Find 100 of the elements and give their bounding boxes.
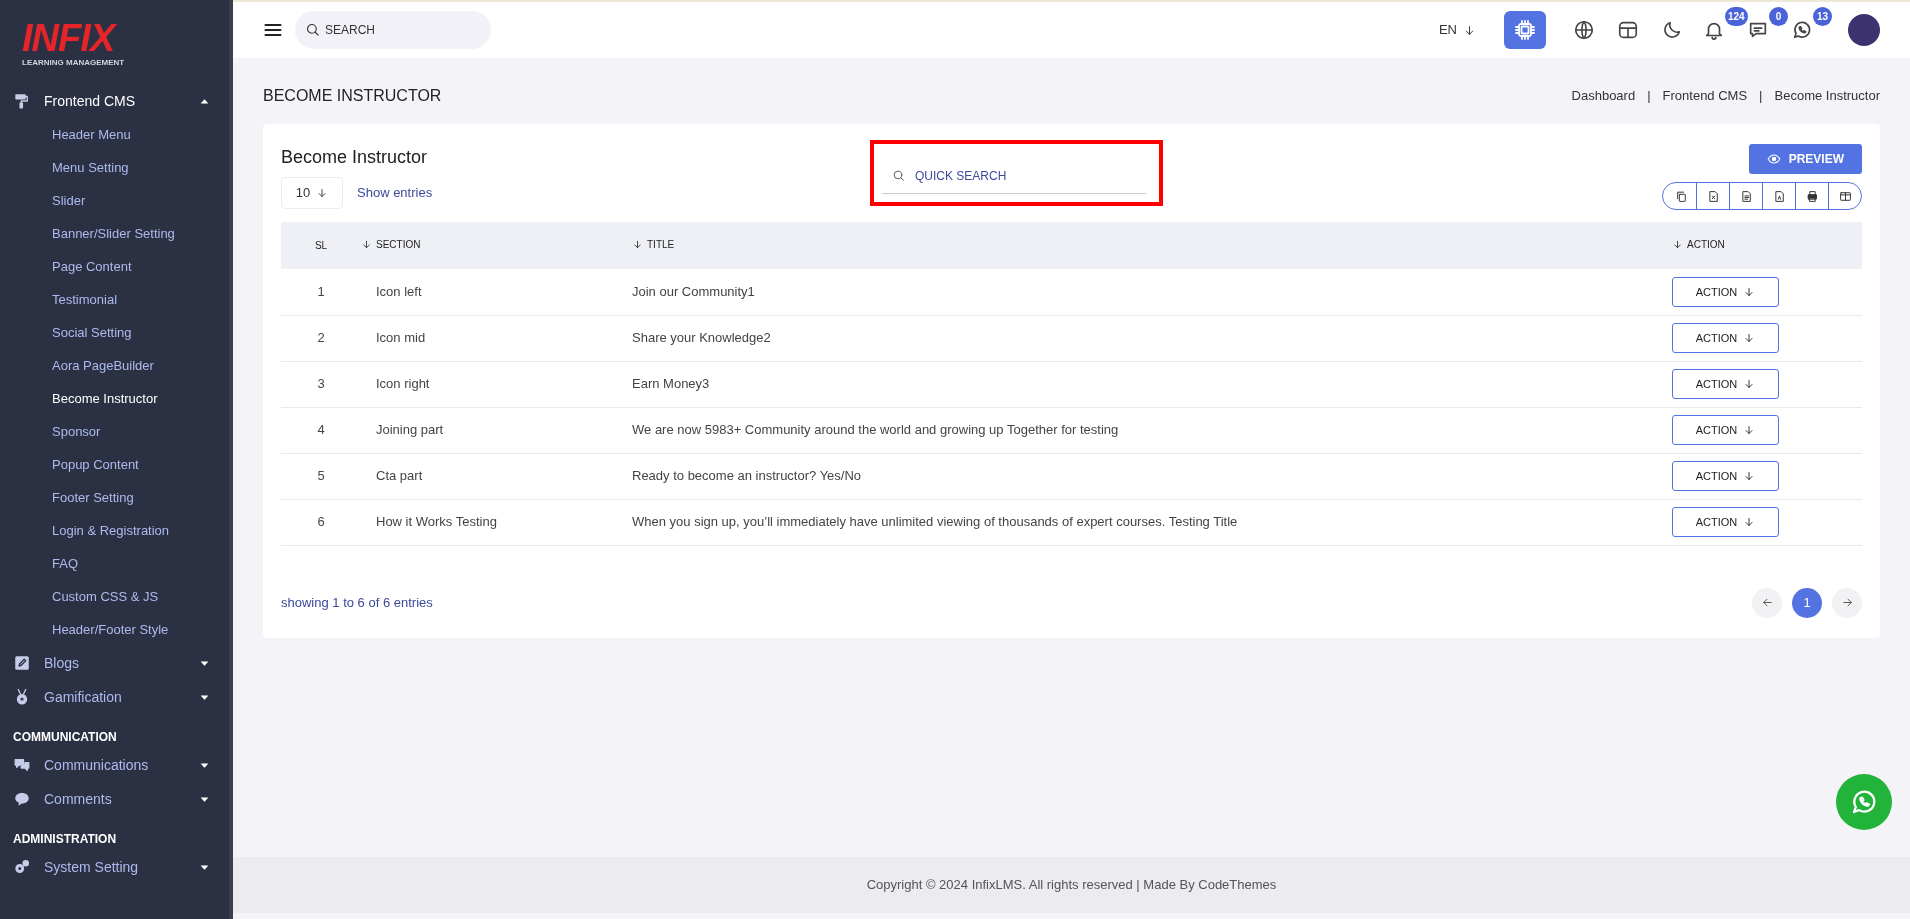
page-size-select[interactable]: 10 <box>281 177 343 209</box>
action-dropdown-button[interactable]: ACTION <box>1672 415 1779 445</box>
column-header[interactable]: TITLE <box>632 222 1672 269</box>
eye-icon <box>1766 152 1781 166</box>
table-cell: Icon left <box>361 269 632 315</box>
sidebar-link[interactable]: Sponsor <box>0 415 229 448</box>
sidebar-menu-item[interactable]: System Setting <box>0 850 229 884</box>
chat-bubbles-icon <box>13 756 31 774</box>
sidebar-menu-item[interactable]: Communications <box>0 748 229 782</box>
action-dropdown-button[interactable]: ACTION <box>1672 369 1779 399</box>
table-cell: 5 <box>281 453 361 499</box>
show-entries-label: Show entries <box>357 184 433 203</box>
copyright-text: Copyright © 2024 InfixLMS. All rights reserved | Made By CodeThemes <box>866 876 1277 895</box>
entries-summary: showing 1 to 6 of 6 entries <box>281 593 433 612</box>
preview-button[interactable]: PREVIEW <box>1748 144 1862 174</box>
whatsapp-button[interactable] <box>1836 774 1892 830</box>
arrow-down-icon <box>316 187 329 199</box>
table-cell: When you sign up, you’ll immediately have unlimited viewing of thousands of expert courses. Testing Title <box>632 499 1672 545</box>
table-cell: 6 <box>281 499 361 545</box>
table-cell: Joining part <box>361 407 632 453</box>
language-selector[interactable]: EN <box>1438 20 1476 40</box>
caret-down-icon <box>200 862 209 872</box>
sidebar-link[interactable]: Testimonial <box>0 283 229 316</box>
table-cell: Join our Community1 <box>632 269 1672 315</box>
table-cell: 3 <box>281 361 361 407</box>
sidebar-menu-item[interactable]: Frontend CMS <box>0 84 229 118</box>
arrow-down-icon <box>1743 332 1756 344</box>
sidebar-menu-item[interactable]: Comments <box>0 782 229 816</box>
ai-button[interactable] <box>1504 11 1546 49</box>
caret-down-icon <box>200 760 209 770</box>
table-cell: Share your Knowledge2 <box>632 315 1672 361</box>
arrow-down-icon <box>1463 23 1476 37</box>
column-header[interactable]: SL <box>281 222 361 269</box>
globe-icon <box>1573 19 1595 41</box>
paint-roller-icon <box>13 92 31 110</box>
sidebar-link[interactable]: Social Setting <box>0 316 229 349</box>
sidebar-menu-item[interactable]: Blogs <box>0 646 229 680</box>
sidebar-link[interactable]: Slider <box>0 184 229 217</box>
columns-icon <box>1838 189 1852 203</box>
count-badge: 13 <box>1813 7 1832 26</box>
table-cell: 4 <box>281 407 361 453</box>
arrow-down-icon <box>1743 516 1756 528</box>
layout-icon <box>1617 19 1639 41</box>
section-heading: ADMINISTRATION <box>12 831 118 848</box>
copy-icon <box>1675 189 1688 203</box>
sidebar-link[interactable]: Popup Content <box>0 448 229 481</box>
action-dropdown-button[interactable]: ACTION <box>1672 276 1779 307</box>
sidebar-link[interactable]: Page Content <box>0 250 229 283</box>
avatar[interactable] <box>1848 14 1880 46</box>
table-cell: How it Works Testing <box>361 499 632 545</box>
table-cell: Cta part <box>361 453 632 499</box>
sidebar-link[interactable]: Banner/Slider Setting <box>0 217 229 250</box>
column-header[interactable]: ACTION <box>1672 222 1862 269</box>
sidebar-link[interactable]: Custom CSS & JS <box>0 580 229 613</box>
logo-wordmark: INFIX <box>22 18 115 58</box>
pencil-icon <box>13 654 31 672</box>
comment-icon <box>13 790 31 808</box>
quick-search-input[interactable]: QUICK SEARCH <box>915 165 1115 186</box>
breadcrumb-separator: | <box>1759 87 1763 106</box>
action-dropdown-button[interactable]: ACTION <box>1672 507 1779 537</box>
search-icon <box>305 22 320 37</box>
sidebar-link[interactable]: Menu Setting <box>0 151 229 184</box>
search-icon <box>892 169 905 182</box>
breadcrumb-separator: | <box>1647 87 1651 106</box>
breadcrumb-link[interactable]: Dashboard <box>1571 86 1636 106</box>
table-cell: Icon right <box>361 361 632 407</box>
phone-chat-icon <box>1791 19 1813 41</box>
sidebar-link[interactable]: Footer Setting <box>0 481 229 514</box>
chip-icon <box>1513 18 1537 42</box>
section-heading: COMMUNICATION <box>12 729 118 746</box>
search-field[interactable]: SEARCH <box>295 11 491 49</box>
action-dropdown-button[interactable]: ACTION <box>1672 461 1779 491</box>
card-title: Become Instructor <box>281 146 429 169</box>
table-cell: Earn Money3 <box>632 361 1672 407</box>
arrow-down-icon <box>1743 424 1756 436</box>
breadcrumb-link[interactable]: Frontend CMS <box>1662 86 1748 106</box>
sidebar-link[interactable]: Header Menu <box>0 118 229 151</box>
action-dropdown-button[interactable]: ACTION <box>1672 323 1779 353</box>
sidebar-link[interactable]: Aora PageBuilder <box>0 349 229 382</box>
table-cell: We are now 5983+ Community around the world and growing up Together for testing <box>632 407 1672 453</box>
sort-arrow-icon <box>632 239 643 250</box>
logo-tagline: LEARNING MANAGEMENT <box>22 58 125 68</box>
sidebar-link[interactable]: FAQ <box>0 547 229 580</box>
quick-search-field[interactable]: QUICK SEARCH <box>882 158 1146 194</box>
sort-arrow-icon <box>1672 239 1683 250</box>
gears-icon <box>13 858 31 876</box>
sidebar-link[interactable]: Header/Footer Style <box>0 613 229 646</box>
arrow-down-icon <box>1743 285 1756 298</box>
count-badge: 0 <box>1769 7 1788 26</box>
chat-button[interactable] <box>1791 19 1813 41</box>
column-header[interactable]: SECTION <box>361 222 632 269</box>
page-button[interactable]: 1 <box>1792 587 1822 618</box>
arrow-down-icon <box>1743 470 1756 482</box>
caret-down-icon <box>200 658 209 668</box>
breadcrumb-link[interactable]: Become Instructor <box>1774 86 1880 106</box>
sidebar-menu-item[interactable]: Gamification <box>0 680 229 714</box>
arrow-right-icon <box>1840 596 1854 609</box>
sidebar-link[interactable]: Become Instructor <box>0 382 229 415</box>
sidebar-link[interactable]: Login & Registration <box>0 514 229 547</box>
table-cell: 1 <box>281 269 361 315</box>
